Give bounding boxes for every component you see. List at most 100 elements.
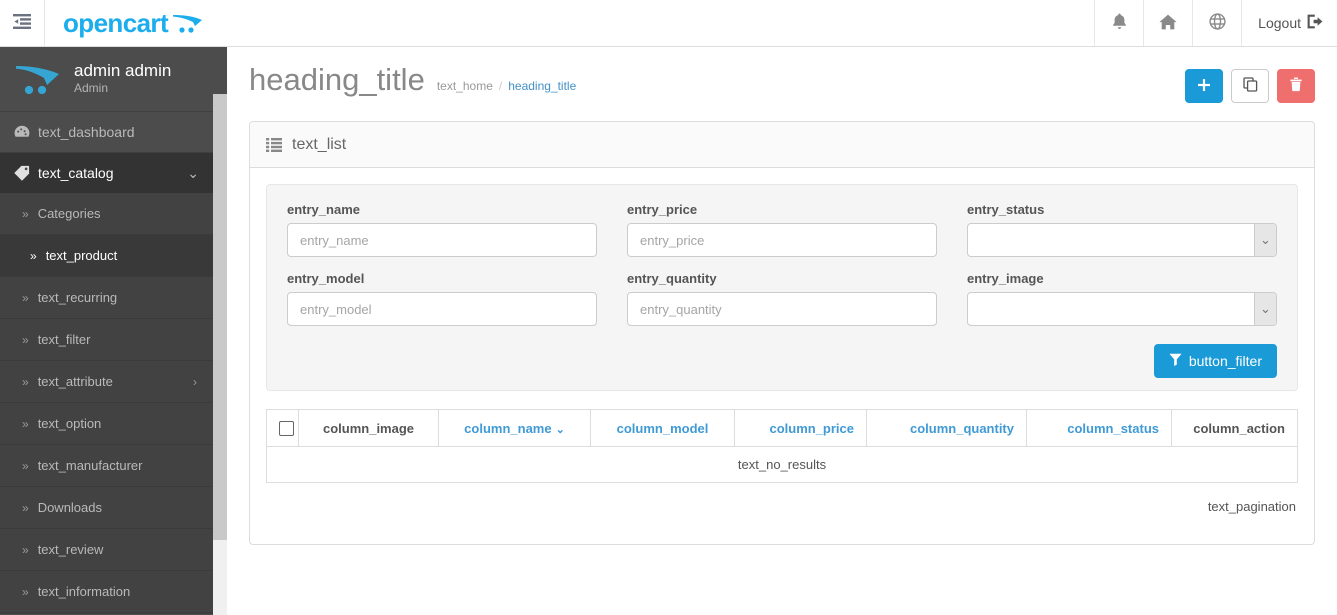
breadcrumb-separator: / (498, 79, 503, 93)
filter-image-select[interactable] (967, 292, 1277, 326)
header-spacer (223, 0, 1094, 46)
sidebar-menu-item: text_catalog ⌄ » Categories » text_produ… (0, 153, 213, 614)
sidebar-item-filter[interactable]: » text_filter (0, 319, 213, 360)
sidebar-toggle-button[interactable] (0, 0, 45, 46)
chevron-double-right-icon: » (22, 500, 29, 515)
storefront-button[interactable] (1143, 0, 1192, 46)
sort-link-name[interactable]: column_name ⌄ (464, 421, 565, 436)
sidebar-submenu-item: » text_recurring (0, 277, 213, 319)
panel-heading: text_list (250, 122, 1314, 168)
sidebar-item-categories[interactable]: » Categories (0, 193, 213, 234)
filter-model-label: entry_model (287, 271, 365, 286)
sidebar-scrollbar-thumb[interactable] (213, 94, 227, 540)
sidebar-subitem-label: Downloads (37, 500, 103, 515)
sort-link-quantity[interactable]: column_quantity (910, 421, 1014, 436)
sidebar-subitem-label: text_option (37, 416, 102, 431)
main-content: heading_title text_home / heading_title (227, 47, 1337, 615)
column-header-action: column_action (1171, 408, 1298, 448)
product-list-panel: text_list entry_name entry_price entry_s… (249, 121, 1315, 546)
logout-button[interactable]: Logout (1241, 0, 1337, 46)
filter-button[interactable]: button_filter (1153, 344, 1277, 378)
notifications-button[interactable] (1094, 0, 1143, 46)
sidebar-item-dashboard[interactable]: text_dashboard (0, 112, 213, 152)
sidebar-item-information[interactable]: » text_information (0, 571, 213, 612)
sidebar-item-catalog[interactable]: text_catalog ⌄ (0, 153, 213, 193)
filter-image-select-wrap: ⌄ (967, 292, 1277, 326)
profile-name: admin admin (74, 60, 172, 80)
filter-name-input[interactable] (287, 223, 597, 257)
filter-price-input[interactable] (627, 223, 937, 257)
sidebar-subitem-label: Categories (37, 206, 101, 221)
sort-link-name-label: column_name (464, 420, 552, 436)
filter-price-label: entry_price (627, 202, 698, 217)
pagination-text: text_pagination (1207, 499, 1296, 515)
select-all-cell (266, 408, 299, 448)
panel-title: text_list (292, 135, 347, 153)
trash-icon (1289, 77, 1303, 95)
language-button[interactable] (1192, 0, 1241, 46)
sort-link-status[interactable]: column_status (1067, 421, 1159, 436)
filter-actions: button_filter (287, 340, 1277, 378)
filter-funnel-icon (1169, 353, 1182, 369)
filter-group-name: entry_name (287, 202, 597, 257)
sidebar-item-review[interactable]: » text_review (0, 529, 213, 570)
filter-model-input[interactable] (287, 292, 597, 326)
sidebar-inner: admin admin Admin text_dashboard text_ca… (0, 47, 213, 614)
product-table-body: text_no_results (266, 446, 1298, 484)
chevron-down-icon: ⌄ (555, 423, 565, 436)
product-table-head: column_image column_name ⌄ column_model c… (266, 408, 1298, 448)
pagination: text_pagination (266, 483, 1298, 528)
filter-name-label: entry_name (287, 202, 360, 217)
brand-logo[interactable]: opencart (45, 0, 223, 46)
filter-quantity-label: entry_quantity (627, 271, 717, 286)
column-header-price: column_price (734, 408, 867, 448)
avatar (12, 59, 68, 99)
sidebar-scrollbar-track[interactable] (213, 94, 227, 615)
chevron-right-icon: › (193, 374, 197, 389)
select-all-checkbox[interactable] (279, 421, 294, 437)
add-new-button[interactable] (1185, 69, 1223, 103)
sidebar-item-product[interactable]: » text_product (0, 235, 213, 276)
sidebar-submenu-item: » text_information (0, 571, 213, 613)
shopping-cart-icon (171, 11, 205, 36)
page-header-left: heading_title text_home / heading_title (249, 62, 576, 97)
filter-group-model: entry_model (287, 271, 597, 326)
sidebar-user-profile[interactable]: admin admin Admin (0, 47, 213, 112)
bell-icon (1112, 13, 1127, 33)
sidebar-item-label: text_dashboard (38, 124, 135, 140)
copy-button[interactable] (1231, 69, 1269, 103)
filter-row-2: entry_model entry_quantity entry_image (287, 271, 1277, 340)
header-actions: Logout (1094, 0, 1337, 46)
chevron-double-right-icon: » (22, 416, 29, 431)
sidebar-item-downloads[interactable]: » Downloads (0, 487, 213, 528)
dashboard-gauge-icon (14, 125, 38, 139)
sidebar-subitem-label: text_manufacturer (37, 458, 143, 473)
table-header-row: column_image column_name ⌄ column_model c… (266, 408, 1298, 448)
sidebar-item-recurring[interactable]: » text_recurring (0, 277, 213, 318)
breadcrumb-item-current[interactable]: heading_title (508, 79, 576, 93)
list-indent-icon (13, 14, 31, 32)
sidebar-submenu-catalog: » Categories » text_product » text_recur… (0, 193, 213, 613)
sidebar-item-option[interactable]: » text_option (0, 403, 213, 444)
sidebar-item-attribute[interactable]: » text_attribute › (0, 361, 213, 402)
sidebar-item-label: text_catalog (38, 165, 114, 181)
globe-icon (1209, 13, 1226, 33)
copy-icon (1242, 77, 1258, 95)
filter-status-select[interactable] (967, 223, 1277, 257)
sidebar-subitem-label: text_review (37, 542, 104, 557)
filter-quantity-input[interactable] (627, 292, 937, 326)
sidebar-subitem-label: text_information (37, 584, 131, 599)
sort-link-price[interactable]: column_price (769, 421, 854, 436)
sidebar-submenu-item: » text_review (0, 529, 213, 571)
sidebar-navigation: admin admin Admin text_dashboard text_ca… (0, 47, 227, 615)
breadcrumb-item-home[interactable]: text_home (437, 79, 493, 93)
sidebar-item-manufacturer[interactable]: » text_manufacturer (0, 445, 213, 486)
profile-meta: admin admin Admin (68, 61, 171, 97)
product-table-wrapper: column_image column_name ⌄ column_model c… (266, 408, 1298, 528)
sidebar-subitem-label: text_filter (37, 332, 91, 347)
delete-button[interactable] (1277, 69, 1315, 103)
sort-link-model[interactable]: column_model (617, 421, 709, 436)
filter-image-label: entry_image (967, 271, 1044, 286)
no-results-cell: text_no_results (266, 446, 1298, 484)
sidebar-submenu-item: » text_product (0, 235, 213, 277)
